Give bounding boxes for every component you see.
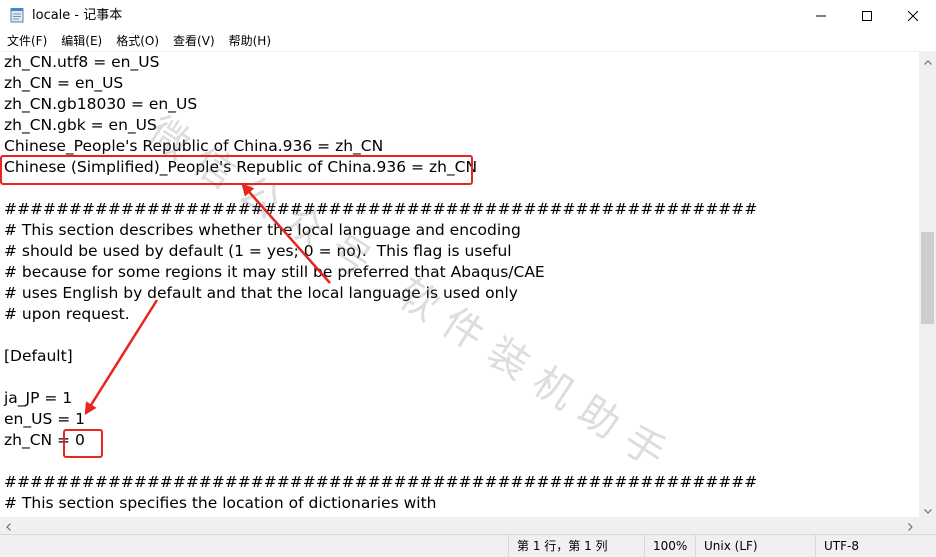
menu-format[interactable]: 格式(O): [109, 31, 166, 51]
minimize-icon: [816, 11, 826, 21]
menu-edit[interactable]: 编辑(E): [54, 31, 109, 51]
menu-file[interactable]: 文件(F): [0, 31, 54, 51]
scrollbar-corner: [919, 517, 936, 534]
minimize-button[interactable]: [798, 0, 844, 31]
text-line: [4, 178, 757, 199]
text-line: [Default]: [4, 347, 73, 365]
menu-view[interactable]: 查看(V): [166, 31, 222, 51]
text-line: ########################################…: [4, 473, 758, 491]
text-line: ja_JP = 1: [4, 389, 73, 407]
text-line: [4, 325, 757, 346]
text-line: zh_CN.gb18030 = en_US: [4, 95, 198, 113]
notepad-window: locale - 记事本 文件(F) 编辑(E) 格式(O) 查看(V) 帮助(…: [0, 0, 936, 557]
zoom-level: 100%: [644, 535, 695, 557]
cursor-position: 第 1 行，第 1 列: [508, 535, 644, 557]
chevron-down-icon: [923, 499, 932, 518]
text-line: # This section describes whether the loc…: [4, 221, 521, 239]
close-icon: [908, 10, 918, 21]
text-line: # because for some regions it may still …: [4, 263, 545, 281]
text-line: zh_CN.gbk = en_US: [4, 116, 157, 134]
horizontal-scrollbar[interactable]: [0, 517, 919, 534]
text-line: zh_CN = en_US: [4, 74, 124, 92]
scroll-up-button[interactable]: [919, 51, 936, 68]
text-editor[interactable]: zh_CN.utf8 = en_US zh_CN = en_US zh_CN.g…: [1, 51, 919, 517]
encoding: UTF-8: [815, 535, 936, 557]
menu-help[interactable]: 帮助(H): [222, 31, 278, 51]
text-line: zh_CN = 0: [4, 431, 85, 449]
notepad-icon: [10, 7, 24, 23]
status-bar: 第 1 行，第 1 列 100% Unix (LF) UTF-8: [0, 534, 936, 557]
chevron-up-icon: [923, 50, 932, 69]
text-line: # This section specifies the location of…: [4, 494, 437, 512]
close-button[interactable]: [890, 0, 936, 31]
text-line: zh_CN.utf8 = en_US: [4, 53, 160, 71]
window-title: locale - 记事本: [32, 8, 123, 23]
text-line: # upon request.: [4, 305, 130, 323]
text-line: [4, 367, 757, 388]
text-line: en_US = 1: [4, 410, 85, 428]
maximize-button[interactable]: [844, 0, 890, 31]
maximize-icon: [862, 10, 872, 21]
scroll-right-button[interactable]: [902, 517, 919, 534]
text-line: # uses English by default and that the l…: [4, 284, 518, 302]
scroll-left-button[interactable]: [0, 517, 17, 534]
text-line: # should be used by default (1 = yes; 0 …: [4, 242, 512, 260]
line-ending: Unix (LF): [695, 535, 815, 557]
chevron-left-icon: [6, 516, 11, 535]
text-line: ########################################…: [4, 200, 758, 218]
text-line: Chinese_People's Republic of China.936 =…: [4, 137, 384, 155]
text-line: [4, 451, 757, 472]
text-line: Chinese (Simplified)_People's Republic o…: [4, 158, 478, 176]
chevron-right-icon: [908, 516, 913, 535]
vertical-scroll-thumb[interactable]: [921, 232, 934, 324]
menu-bar: 文件(F) 编辑(E) 格式(O) 查看(V) 帮助(H): [0, 31, 936, 51]
title-bar[interactable]: locale - 记事本: [0, 0, 936, 31]
text-lines: zh_CN.utf8 = en_US zh_CN = en_US zh_CN.g…: [4, 52, 757, 514]
vertical-scrollbar[interactable]: [919, 51, 936, 517]
scroll-down-button[interactable]: [919, 500, 936, 517]
